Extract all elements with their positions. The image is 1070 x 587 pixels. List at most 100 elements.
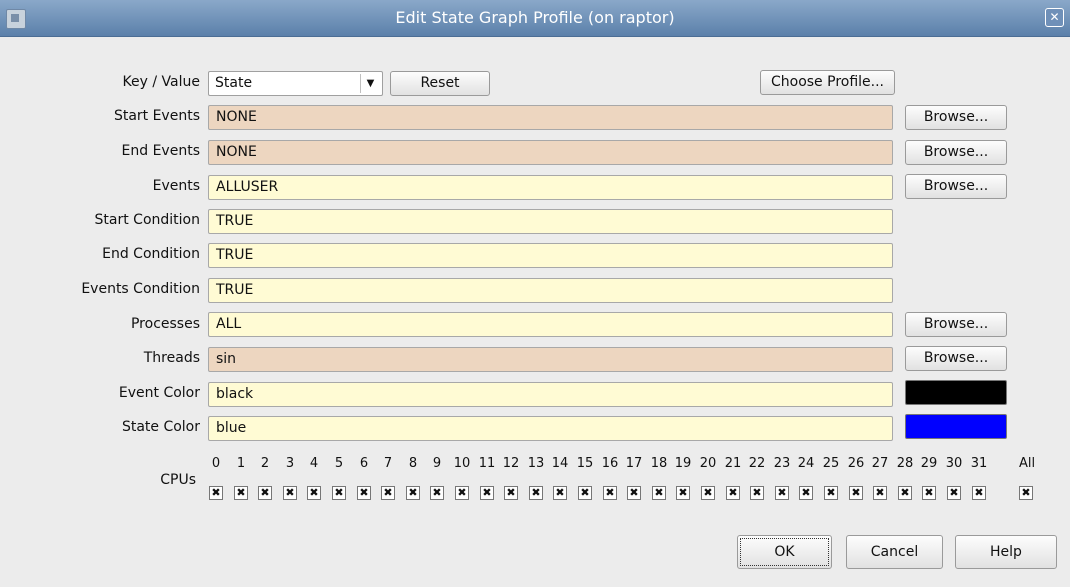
cpu-number-label: 12 <box>502 456 520 471</box>
cpu-number-label: 24 <box>797 456 815 471</box>
cpu-checkbox[interactable]: ✖ <box>258 486 272 500</box>
cpu-checkbox[interactable]: ✖ <box>332 486 346 500</box>
threads-label: Threads <box>143 350 200 366</box>
cpu-checkbox[interactable]: ✖ <box>283 486 297 500</box>
cpu-checkbox[interactable]: ✖ <box>750 486 764 500</box>
cpu-number-label: 28 <box>896 456 914 471</box>
state-color-label: State Color <box>121 419 200 435</box>
cpu-number-label: 21 <box>724 456 742 471</box>
event-color-swatch[interactable] <box>905 380 1007 405</box>
cpu-number-label: 6 <box>359 456 369 471</box>
start-events-browse-button[interactable]: Browse... <box>905 105 1007 130</box>
cpu-checkbox[interactable]: ✖ <box>726 486 740 500</box>
end-events-field[interactable]: NONE <box>208 140 893 165</box>
cpu-all-checkbox[interactable]: ✖ <box>1019 486 1033 500</box>
cpu-checkbox[interactable]: ✖ <box>553 486 567 500</box>
cpu-number-label: 31 <box>970 456 988 471</box>
end-events-label: End Events <box>121 143 200 159</box>
cpu-checkbox[interactable]: ✖ <box>849 486 863 500</box>
cpu-checkbox[interactable]: ✖ <box>947 486 961 500</box>
threads-field[interactable]: sin <box>208 347 893 372</box>
cpu-checkbox[interactable]: ✖ <box>578 486 592 500</box>
cpu-number-label: 27 <box>871 456 889 471</box>
cpu-number-label: 23 <box>773 456 791 471</box>
end-condition-field[interactable]: TRUE <box>208 243 893 268</box>
cpu-checkbox[interactable]: ✖ <box>406 486 420 500</box>
cpu-checkbox[interactable]: ✖ <box>652 486 666 500</box>
processes-browse-button[interactable]: Browse... <box>905 312 1007 337</box>
end-events-browse-button[interactable]: Browse... <box>905 140 1007 165</box>
cpu-checkbox[interactable]: ✖ <box>381 486 395 500</box>
cpu-checkbox[interactable]: ✖ <box>627 486 641 500</box>
cpu-number-label: 14 <box>551 456 569 471</box>
end-condition-label: End Condition <box>102 246 200 262</box>
start-events-label: Start Events <box>113 108 200 124</box>
cpu-number-label: 11 <box>478 456 496 471</box>
key-value-selected: State <box>215 75 253 91</box>
cpu-number-label: 9 <box>432 456 442 471</box>
help-button[interactable]: Help <box>955 535 1057 569</box>
event-color-label: Event Color <box>118 385 200 401</box>
window-title: Edit State Graph Profile (on raptor) <box>395 8 675 27</box>
cpu-checkbox[interactable]: ✖ <box>307 486 321 500</box>
close-icon[interactable]: ✕ <box>1045 8 1064 27</box>
cpu-number-label: 3 <box>285 456 295 471</box>
events-label: Events <box>152 178 200 194</box>
cpu-number-label: 16 <box>601 456 619 471</box>
state-color-swatch[interactable] <box>905 414 1007 439</box>
processes-label: Processes <box>130 316 200 332</box>
cpu-number-label: 13 <box>527 456 545 471</box>
cpu-checkbox[interactable]: ✖ <box>603 486 617 500</box>
key-value-select[interactable]: State ▼ <box>208 71 383 96</box>
events-condition-field[interactable]: TRUE <box>208 278 893 303</box>
start-events-field[interactable]: NONE <box>208 105 893 130</box>
events-field[interactable]: ALLUSER <box>208 175 893 200</box>
start-condition-field[interactable]: TRUE <box>208 209 893 234</box>
cpu-number-label: 10 <box>453 456 471 471</box>
cpu-checkbox[interactable]: ✖ <box>234 486 248 500</box>
cpu-number-label: 18 <box>650 456 668 471</box>
cpu-number-label: 25 <box>822 456 840 471</box>
cpu-checkbox[interactable]: ✖ <box>824 486 838 500</box>
cpu-checkbox[interactable]: ✖ <box>676 486 690 500</box>
cpu-checkbox[interactable]: ✖ <box>455 486 469 500</box>
cpu-checkbox[interactable]: ✖ <box>775 486 789 500</box>
title-bar: Edit State Graph Profile (on raptor) ✕ <box>0 0 1070 37</box>
events-browse-button[interactable]: Browse... <box>905 174 1007 199</box>
cpu-checkbox[interactable]: ✖ <box>799 486 813 500</box>
cpu-number-label: 22 <box>748 456 766 471</box>
choose-profile-button[interactable]: Choose Profile... <box>760 70 895 95</box>
events-condition-label: Events Condition <box>81 281 200 297</box>
reset-button[interactable]: Reset <box>390 71 490 96</box>
event-color-field[interactable]: black <box>208 382 893 407</box>
state-color-field[interactable]: blue <box>208 416 893 441</box>
processes-field[interactable]: ALL <box>208 312 893 337</box>
cpu-number-label: 26 <box>847 456 865 471</box>
key-value-label: Key / Value <box>122 74 200 90</box>
cpu-checkbox[interactable]: ✖ <box>504 486 518 500</box>
threads-browse-button[interactable]: Browse... <box>905 346 1007 371</box>
cpu-all-label: All <box>1018 456 1036 471</box>
cpu-number-label: 30 <box>945 456 963 471</box>
cpu-number-label: 29 <box>920 456 938 471</box>
cpu-checkbox[interactable]: ✖ <box>209 486 223 500</box>
cpu-number-label: 8 <box>408 456 418 471</box>
ok-button[interactable]: OK <box>737 535 832 569</box>
cpu-checkbox[interactable]: ✖ <box>972 486 986 500</box>
cpu-checkbox[interactable]: ✖ <box>898 486 912 500</box>
cpu-checkbox[interactable]: ✖ <box>922 486 936 500</box>
cpu-checkbox[interactable]: ✖ <box>873 486 887 500</box>
cpu-number-label: 4 <box>309 456 319 471</box>
cpus-label: CPUs <box>160 472 196 488</box>
cpu-number-label: 7 <box>383 456 393 471</box>
cpu-checkbox[interactable]: ✖ <box>529 486 543 500</box>
cpu-number-label: 0 <box>211 456 221 471</box>
chevron-down-icon[interactable]: ▼ <box>360 74 380 93</box>
cpu-checkbox[interactable]: ✖ <box>430 486 444 500</box>
cpu-checkbox[interactable]: ✖ <box>357 486 371 500</box>
cancel-button[interactable]: Cancel <box>846 535 943 569</box>
cpu-number-label: 1 <box>236 456 246 471</box>
cpu-number-label: 17 <box>625 456 643 471</box>
cpu-checkbox[interactable]: ✖ <box>701 486 715 500</box>
cpu-checkbox[interactable]: ✖ <box>480 486 494 500</box>
